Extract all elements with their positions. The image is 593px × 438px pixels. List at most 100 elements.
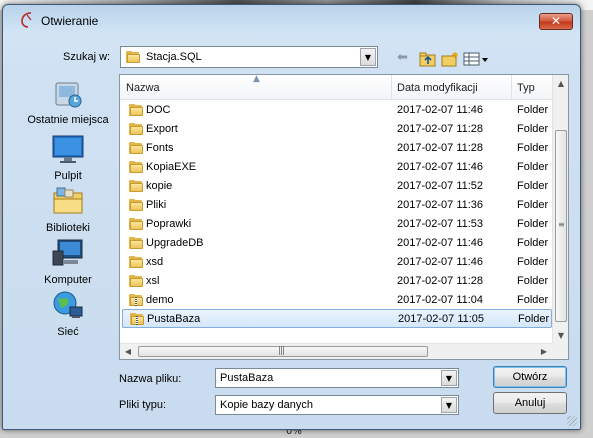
- place-recent[interactable]: Ostatnie miejsca: [13, 77, 123, 126]
- file-name: UpgradeDB: [146, 237, 204, 249]
- file-row[interactable]: PustaBaza 2017-02-07 11:05 Folder: [122, 309, 552, 328]
- file-type: Folder: [517, 123, 549, 135]
- file-row[interactable]: KopiaEXE 2017-02-07 11:46 Folder: [122, 158, 552, 177]
- chevron-down-icon[interactable]: ▼: [441, 370, 457, 386]
- scroll-thumb[interactable]: ≡: [555, 130, 567, 322]
- file-type: Folder: [517, 142, 549, 154]
- file-date: 2017-02-07 11:46: [397, 256, 484, 268]
- place-network[interactable]: Sieć: [13, 289, 123, 338]
- file-list[interactable]: ▲ Nazwa Data modyfikacji Typ DOC 2017-02-…: [119, 74, 569, 360]
- file-name: xsd: [146, 256, 164, 268]
- file-type: Folder: [517, 275, 549, 287]
- file-row[interactable]: demo 2017-02-07 11:04 Folder: [122, 291, 552, 310]
- scroll-up-icon[interactable]: ▲: [553, 75, 569, 92]
- app-logo-icon: [21, 12, 32, 28]
- file-row[interactable]: Poprawki 2017-02-07 11:53 Folder: [122, 215, 552, 234]
- file-row[interactable]: xsl 2017-02-07 11:28 Folder: [122, 272, 552, 291]
- folder-icon: [129, 123, 143, 135]
- file-row[interactable]: Export 2017-02-07 11:28 Folder: [122, 120, 552, 139]
- place-desktop[interactable]: Pulpit: [13, 133, 123, 182]
- place-label: Komputer: [44, 274, 92, 286]
- file-date: 2017-02-07 11:28: [397, 142, 484, 154]
- toolbar: ⬅: [397, 49, 497, 69]
- file-type: Folder: [517, 294, 549, 306]
- file-type: Folder: [517, 161, 549, 173]
- column-divider[interactable]: [511, 75, 512, 99]
- network-icon: [53, 291, 83, 318]
- up-folder-icon[interactable]: [419, 50, 437, 68]
- view-menu-icon[interactable]: [463, 50, 491, 68]
- place-label: Ostatnie miejsca: [27, 114, 109, 126]
- filetype-value: Kopie bazy danych: [220, 399, 313, 411]
- scroll-left-icon[interactable]: ◀: [120, 344, 136, 360]
- file-name: PustaBaza: [147, 313, 201, 325]
- file-row[interactable]: xsd 2017-02-07 11:46 Folder: [122, 253, 552, 272]
- computer-icon: [52, 239, 83, 266]
- file-type: Folder: [517, 237, 549, 249]
- file-date: 2017-02-07 11:46: [397, 161, 484, 173]
- grip-icon: |||: [278, 346, 285, 356]
- scroll-down-icon[interactable]: ▼: [553, 327, 569, 344]
- places-bar: Ostatnie miejsca Pulpit Biblioteki Kompu…: [13, 77, 111, 347]
- horizontal-scrollbar[interactable]: ◀ ||| ▶: [120, 343, 552, 359]
- resize-grip[interactable]: [567, 416, 577, 426]
- column-name[interactable]: Nazwa: [126, 82, 160, 94]
- look-in-dropdown[interactable]: Stacja.SQL ▼: [120, 46, 378, 68]
- open-file-dialog: Otwieranie ✕ Szukaj w: Stacja.SQL ▼ ⬅ Os…: [2, 4, 581, 430]
- file-name: Pliki: [146, 199, 167, 211]
- desktop-icon: [52, 135, 84, 163]
- filetype-dropdown[interactable]: Kopie bazy danych ▼: [215, 395, 459, 415]
- file-date: 2017-02-07 11:52: [397, 180, 484, 192]
- chevron-down-icon[interactable]: ▼: [360, 48, 376, 66]
- file-row[interactable]: Fonts 2017-02-07 11:28 Folder: [122, 139, 552, 158]
- recent-places-icon: [55, 82, 82, 108]
- file-date: 2017-02-07 11:46: [397, 237, 484, 249]
- column-date[interactable]: Data modyfikacji: [397, 82, 478, 94]
- file-name: Poprawki: [146, 218, 192, 230]
- file-name: DOC: [146, 104, 171, 116]
- file-row[interactable]: kopie 2017-02-07 11:52 Folder: [122, 177, 552, 196]
- look-in-label: Szukaj w:: [63, 51, 111, 63]
- zip-folder-icon: [130, 313, 144, 325]
- file-name: Export: [146, 123, 178, 135]
- cancel-button[interactable]: Anuluj: [493, 392, 567, 414]
- close-button[interactable]: ✕: [539, 13, 573, 30]
- file-row[interactable]: UpgradeDB 2017-02-07 11:46 Folder: [122, 234, 552, 253]
- file-date: 2017-02-07 11:28: [397, 275, 484, 287]
- look-in-value: Stacja.SQL: [146, 51, 202, 63]
- folder-icon: [129, 256, 143, 268]
- folder-icon: [129, 142, 143, 154]
- column-divider[interactable]: [391, 75, 392, 99]
- libraries-icon: [53, 187, 83, 214]
- scroll-right-icon[interactable]: ▶: [536, 344, 552, 360]
- open-button[interactable]: Otwórz: [493, 366, 567, 388]
- new-folder-icon[interactable]: [441, 50, 459, 68]
- folder-icon: [129, 199, 143, 211]
- file-row[interactable]: Pliki 2017-02-07 11:36 Folder: [122, 196, 552, 215]
- file-date: 2017-02-07 11:46: [397, 104, 484, 116]
- filetype-label: Pliki typu:: [119, 399, 167, 411]
- title-bar[interactable]: Otwieranie ✕: [3, 5, 580, 35]
- file-date: 2017-02-07 11:05: [398, 313, 485, 325]
- folder-icon: [129, 180, 143, 192]
- sort-ascending-icon: ▲: [253, 74, 260, 84]
- file-name: xsl: [146, 275, 160, 287]
- grip-icon: ≡: [558, 220, 565, 229]
- scroll-thumb[interactable]: |||: [138, 346, 428, 357]
- file-type: Folder: [517, 180, 549, 192]
- place-libraries[interactable]: Biblioteki: [13, 185, 123, 234]
- vertical-scrollbar[interactable]: ▲ ≡ ▼: [552, 75, 568, 345]
- back-arrow-icon[interactable]: ⬅: [397, 49, 408, 67]
- place-label: Sieć: [57, 326, 79, 338]
- scroll-corner: [552, 343, 568, 359]
- zip-folder-icon: [129, 294, 143, 306]
- column-header: ▲ Nazwa Data modyfikacji Typ: [120, 74, 552, 100]
- chevron-down-icon[interactable]: ▼: [441, 397, 457, 413]
- column-type[interactable]: Typ: [517, 82, 535, 94]
- folder-icon: [129, 161, 143, 173]
- file-row[interactable]: DOC 2017-02-07 11:46 Folder: [122, 101, 552, 120]
- place-computer[interactable]: Komputer: [13, 237, 123, 286]
- file-type: Folder: [517, 256, 549, 268]
- folder-icon: [129, 218, 143, 230]
- filename-field[interactable]: PustaBaza ▼: [215, 368, 459, 388]
